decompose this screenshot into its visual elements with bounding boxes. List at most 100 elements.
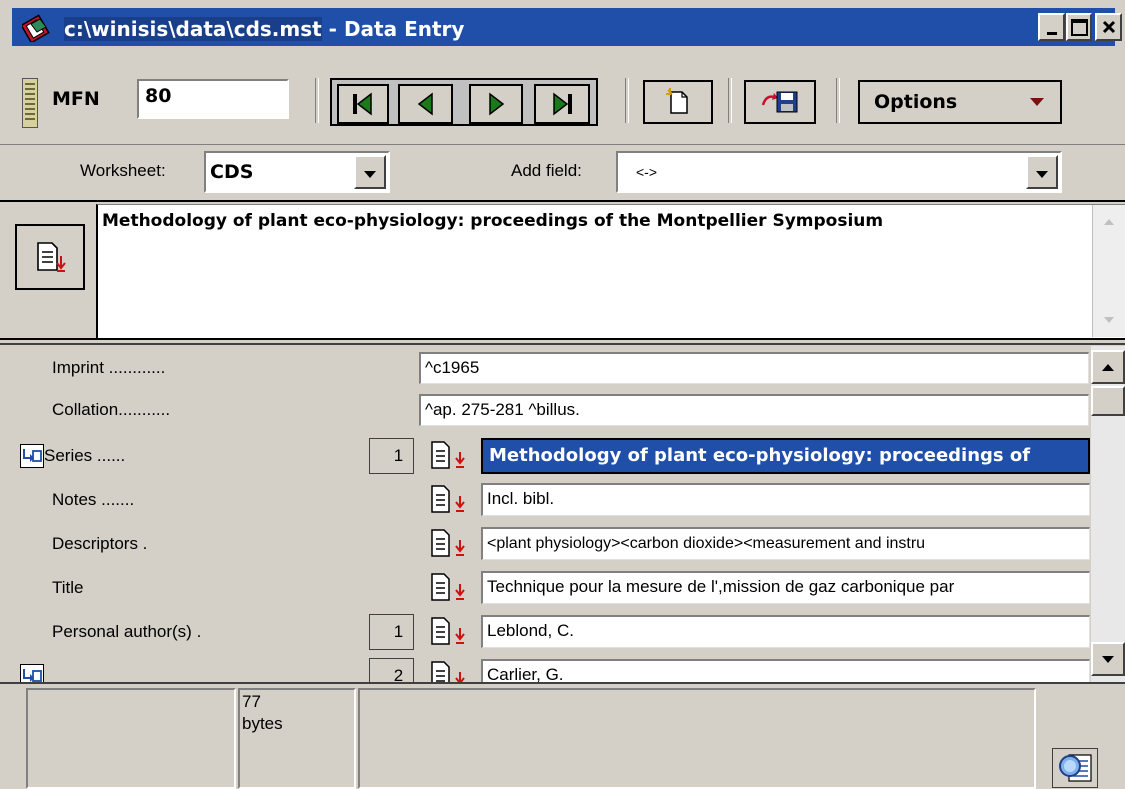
field-format-button[interactable] <box>425 616 475 646</box>
first-record-icon <box>353 92 372 116</box>
search-icon <box>1059 754 1092 782</box>
next-record-icon <box>489 92 505 116</box>
mfn-label: MFN <box>52 88 100 110</box>
field-row-title: Title Technique pour la mesure de l',mis… <box>0 568 1090 606</box>
arrow-down-icon <box>1102 655 1114 663</box>
document-icon <box>431 529 465 557</box>
divider <box>0 338 1125 340</box>
divider <box>0 200 1125 202</box>
worksheet-select[interactable]: CDS <box>204 151 390 193</box>
field-label: Series ...... <box>44 446 126 465</box>
preview-panel: Methodology of plant eco-physiology: pro… <box>96 204 1125 338</box>
scroll-up-button[interactable] <box>1091 350 1125 384</box>
preview-scrollbar[interactable] <box>1092 205 1125 337</box>
scroll-down-button[interactable] <box>1091 642 1125 676</box>
title-field[interactable]: Technique pour la mesure de l',mission d… <box>481 571 1090 604</box>
field-row-imprint: Imprint ............ ^c1965 <box>0 350 1090 386</box>
worksheet-dropdown-button[interactable] <box>354 155 386 189</box>
field-label: Collation........... <box>52 400 171 419</box>
mfn-gauge-icon <box>22 78 38 128</box>
document-icon <box>431 617 465 645</box>
personal-author-field[interactable]: Carlier, G. <box>481 659 1090 682</box>
imprint-field[interactable]: ^c1965 <box>419 352 1089 384</box>
previous-record-button[interactable] <box>398 84 453 124</box>
status-panel-1 <box>26 688 236 789</box>
add-field-label: Add field: <box>511 161 582 180</box>
add-field-dropdown-button[interactable] <box>1026 155 1058 189</box>
field-label: Descriptors . <box>52 534 148 553</box>
window-title: Data Entry <box>343 17 465 41</box>
worksheet-label: Worksheet: <box>80 161 166 180</box>
worksheet-row: Worksheet: CDS Add field: <-> <box>0 144 1125 200</box>
record-size-unit: bytes <box>242 714 283 733</box>
occurrence-counter[interactable]: 1 <box>369 614 414 650</box>
chevron-down-icon <box>1030 98 1044 106</box>
field-format-button[interactable] <box>425 572 475 602</box>
add-field-select[interactable]: <-> <box>616 151 1062 193</box>
window-path: c:\winisis\data\cds.mst <box>64 17 322 41</box>
status-panel-3 <box>358 688 1036 789</box>
save-record-icon <box>761 91 798 113</box>
document-icon <box>431 485 465 513</box>
chevron-down-icon <box>1036 170 1048 178</box>
toolbar-separator <box>728 78 732 123</box>
last-record-icon <box>553 92 572 116</box>
status-panel-size: 77 bytes <box>238 688 356 789</box>
field-row-notes: Notes ....... Incl. bibl. <box>0 480 1090 518</box>
new-record-icon <box>666 88 688 114</box>
toolbar-separator <box>625 78 629 123</box>
series-field[interactable]: Methodology of plant eco-physiology: pro… <box>481 438 1090 474</box>
occurrence-counter[interactable]: 2 <box>369 658 414 682</box>
repeat-field-icon[interactable] <box>20 664 44 682</box>
toolbar: MFN 80 Options <box>0 48 1125 144</box>
title-separator: - <box>321 17 344 41</box>
scroll-thumb[interactable] <box>1091 386 1125 416</box>
document-icon <box>431 441 465 469</box>
field-format-button[interactable] <box>425 660 475 682</box>
field-label: Imprint ............ <box>52 358 166 377</box>
close-button[interactable] <box>1095 13 1122 41</box>
field-row-personal-author-2: 2 Carlier, G. <box>0 656 1090 682</box>
chevron-down-icon <box>364 170 376 178</box>
notes-field[interactable]: Incl. bibl. <box>481 483 1090 516</box>
repeat-field-icon[interactable] <box>20 444 44 468</box>
field-row-descriptors: Descriptors . <plant physiology><carbon … <box>0 524 1090 562</box>
divider <box>0 343 1125 345</box>
search-button[interactable] <box>1052 748 1098 788</box>
status-bar: 77 bytes <box>0 682 1125 789</box>
save-record-button[interactable] <box>744 80 816 124</box>
minimize-button[interactable] <box>1038 13 1065 41</box>
previous-record-icon <box>417 92 433 116</box>
collation-field[interactable]: ^ap. 275-281 ^billus. <box>419 394 1089 426</box>
personal-author-field[interactable]: Leblond, C. <box>481 615 1090 648</box>
toolbar-separator <box>315 78 319 123</box>
field-list-scrollbar[interactable] <box>1091 346 1125 682</box>
record-size-value: 77 <box>242 692 261 711</box>
descriptors-field[interactable]: <plant physiology><carbon dioxide><measu… <box>481 527 1090 560</box>
field-format-button[interactable] <box>425 440 475 470</box>
maximize-button[interactable] <box>1066 13 1092 41</box>
options-button[interactable]: Options <box>858 80 1062 124</box>
field-format-button[interactable] <box>425 528 475 558</box>
toolbar-separator <box>836 78 840 123</box>
new-record-button[interactable] <box>643 80 713 124</box>
mfn-input[interactable]: 80 <box>137 79 289 119</box>
field-format-button[interactable] <box>425 484 475 514</box>
occurrence-counter[interactable]: 1 <box>369 438 414 474</box>
next-record-button[interactable] <box>469 84 523 124</box>
document-icon <box>431 573 465 601</box>
document-icon <box>431 661 465 682</box>
title-bar: c:\winisis\data\cds.mst - Data Entry <box>0 0 1125 48</box>
field-list: Imprint ............ ^c1965 Collation...… <box>0 346 1125 682</box>
field-label: Personal author(s) . <box>52 622 202 641</box>
document-icon <box>37 242 66 272</box>
field-label: Notes ....... <box>52 490 135 509</box>
preview-text: Methodology of plant eco-physiology: pro… <box>102 211 884 231</box>
preview-format-button[interactable] <box>15 224 85 290</box>
field-label: Title <box>52 578 84 597</box>
field-row-series: Series ...... 1 Methodology of plant eco… <box>0 434 1090 474</box>
app-icon[interactable] <box>20 14 50 44</box>
last-record-button[interactable] <box>534 84 590 124</box>
field-row-collation: Collation........... ^ap. 275-281 ^billu… <box>0 392 1090 428</box>
first-record-button[interactable] <box>337 84 389 124</box>
